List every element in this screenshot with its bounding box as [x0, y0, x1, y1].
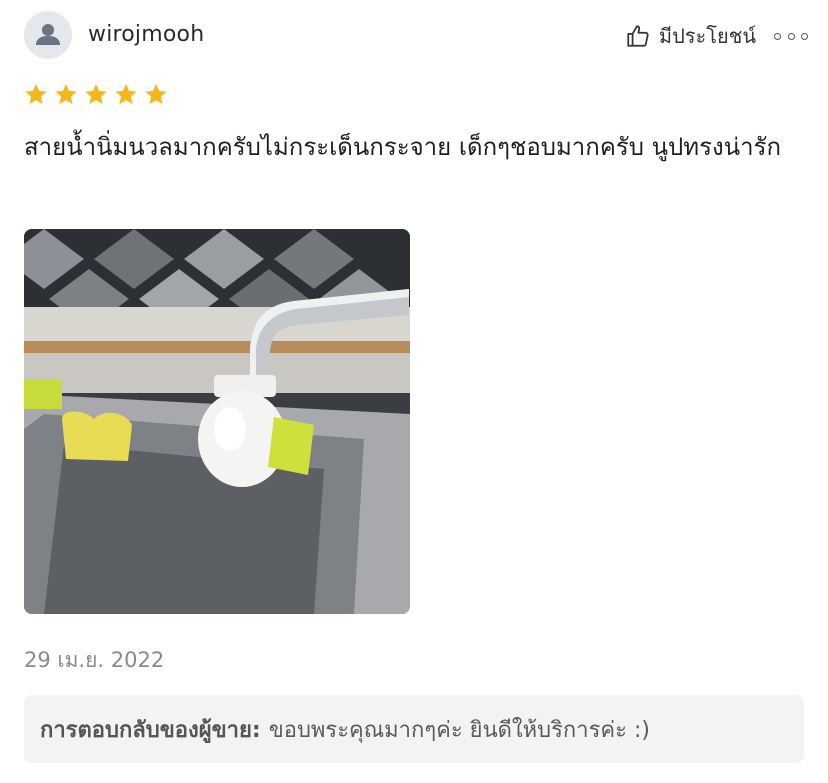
star-icon	[143, 82, 169, 108]
more-options-icon	[801, 32, 808, 40]
more-options-button[interactable]	[774, 24, 808, 48]
seller-reply-text: ขอบพระคุณมากๆค่ะ ยินดีให้บริการค่ะ :)	[268, 717, 650, 743]
review-text: สายน้ำนิ่มนวลมากครับไม่กระเด็นกระจาย เด็…	[24, 133, 781, 161]
star-icon	[113, 82, 139, 108]
seller-reply-label: การตอบกลับของผู้ขาย:	[40, 717, 261, 743]
review-photo[interactable]	[24, 229, 410, 614]
reviewer-username[interactable]: wirojmooh	[88, 22, 204, 47]
review-date: 29 เม.ย. 2022	[24, 648, 165, 672]
rating-stars	[23, 82, 169, 108]
avatar[interactable]	[24, 11, 72, 59]
seller-reply: การตอบกลับของผู้ขาย: ขอบพระคุณมากๆค่ะ ยิ…	[24, 695, 804, 763]
star-icon	[53, 82, 79, 108]
more-options-icon	[774, 32, 781, 40]
helpful-label: มีประโยชน์	[658, 24, 756, 48]
star-icon	[83, 82, 109, 108]
helpful-button[interactable]: มีประโยชน์	[625, 20, 756, 52]
more-options-icon	[787, 32, 795, 40]
user-avatar-icon	[36, 24, 60, 45]
thumbs-up-icon	[627, 25, 649, 47]
star-icon	[23, 82, 49, 108]
